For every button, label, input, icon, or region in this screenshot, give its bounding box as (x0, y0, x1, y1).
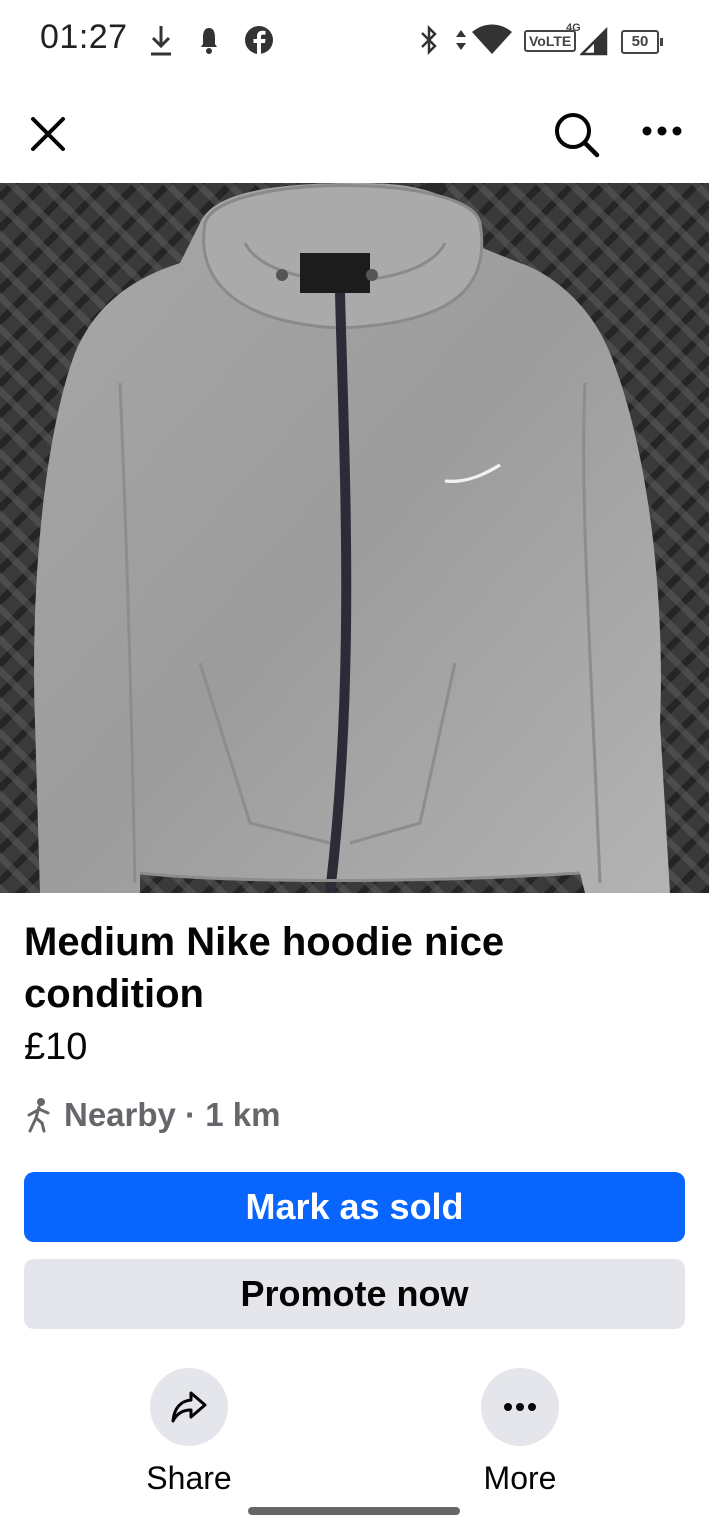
share-action[interactable]: Share (119, 1368, 259, 1497)
hoodie-image (34, 183, 671, 893)
more-dots-icon (504, 1403, 536, 1411)
more-label: More (483, 1460, 557, 1496)
share-label: Share (146, 1460, 232, 1496)
mark-as-sold-button[interactable]: Mark as sold (24, 1172, 685, 1242)
share-icon (171, 1391, 207, 1423)
more-icon[interactable] (640, 124, 684, 138)
signal-icon (580, 26, 608, 56)
more-action[interactable]: More (450, 1368, 590, 1497)
facebook-icon (245, 26, 273, 54)
wifi-icon (472, 24, 512, 54)
network-type: 4G (566, 22, 581, 34)
close-icon[interactable] (28, 114, 68, 154)
home-indicator[interactable] (248, 1507, 460, 1515)
listing-photo[interactable] (0, 183, 709, 893)
download-icon (151, 26, 171, 56)
more-button[interactable] (481, 1368, 559, 1446)
data-arrows-icon (456, 30, 466, 50)
listing-title: Medium Nike hoodie nice condition (24, 920, 505, 1016)
walking-person-icon (27, 1098, 50, 1133)
share-button[interactable] (150, 1368, 228, 1446)
notification-icon (201, 28, 217, 54)
listing-price: £10 (24, 1026, 88, 1068)
location-text: Nearby · 1 km (64, 1096, 281, 1133)
bluetooth-icon (421, 24, 437, 56)
app-bar (0, 90, 709, 180)
status-bar: 01:27 VoLTE 4G 50 (0, 0, 709, 80)
battery-level: 50 (621, 30, 663, 54)
listing-location: Nearby · 1 km (24, 1096, 280, 1134)
promote-now-button[interactable]: Promote now (24, 1259, 685, 1329)
search-icon[interactable] (552, 110, 602, 160)
status-time: 01:27 (40, 18, 128, 56)
